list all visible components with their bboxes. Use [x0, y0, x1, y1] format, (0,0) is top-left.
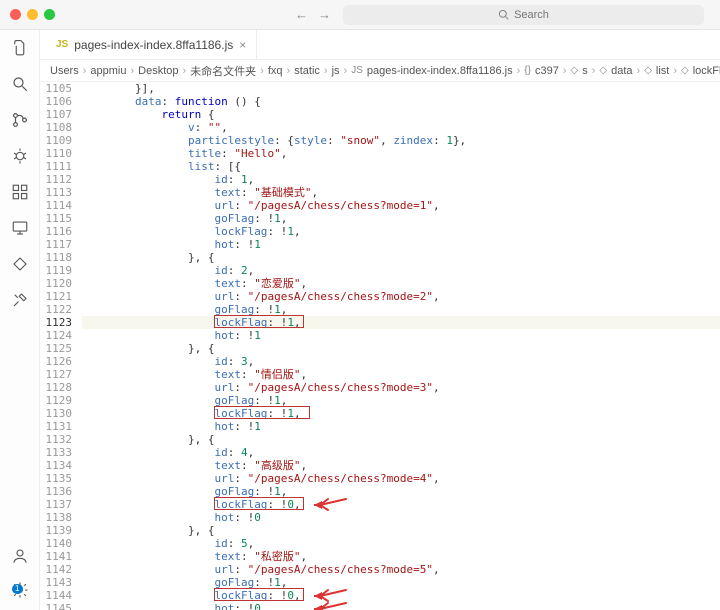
code-line[interactable]: }], — [82, 82, 720, 95]
remote-icon[interactable] — [10, 218, 30, 238]
breadcrumb[interactable]: Users› appmiu› Desktop› 未命名文件夹› fxq› sta… — [40, 60, 720, 82]
crumb[interactable]: 未命名文件夹 — [190, 63, 256, 79]
code-line[interactable]: hot: !0 — [82, 602, 720, 610]
code-line[interactable]: }, { — [82, 433, 720, 446]
code-line[interactable]: }, { — [82, 342, 720, 355]
code-line[interactable]: id: 1, — [82, 173, 720, 186]
code-line[interactable]: lockFlag: !1, — [82, 225, 720, 238]
tools-icon[interactable] — [10, 290, 30, 310]
crumb[interactable]: static — [294, 65, 320, 77]
symbol-icon: ◇ — [571, 65, 579, 76]
symbol-icon: {} — [524, 65, 531, 76]
symbol-icon: ◇ — [681, 65, 689, 76]
code-editor[interactable]: 1105110611071108110911101111111211131114… — [40, 82, 720, 610]
code-line[interactable]: }, { — [82, 524, 720, 537]
js-file-icon: JS — [56, 39, 68, 50]
crumb[interactable]: js — [332, 65, 340, 77]
code-line[interactable]: goFlag: !1, — [82, 303, 720, 316]
code-line[interactable]: data: function () { — [82, 95, 720, 108]
symbol-icon: ◇ — [599, 65, 607, 76]
code-line[interactable]: text: "恋爱版", — [82, 277, 720, 290]
source-control-icon[interactable] — [10, 110, 30, 130]
code-line[interactable]: particlestyle: {style: "snow", zindex: 1… — [82, 134, 720, 147]
close-window-button[interactable] — [10, 9, 21, 20]
titlebar: ← → Search — [0, 0, 720, 30]
crumb[interactable]: pages-index-index.8ffa1186.js — [367, 65, 513, 77]
code-line[interactable]: url: "/pagesA/chess/chess?mode=3", — [82, 381, 720, 394]
code-line[interactable]: return { — [82, 108, 720, 121]
code-line[interactable]: goFlag: !1, — [82, 485, 720, 498]
nav-back-button[interactable]: ← — [295, 7, 308, 22]
code-line[interactable]: goFlag: !1, — [82, 212, 720, 225]
settings-icon[interactable]: 1 — [10, 580, 30, 600]
azure-icon[interactable] — [10, 254, 30, 274]
tab-bar: JS pages-index-index.8ffa1186.js × — [40, 30, 720, 60]
debug-icon[interactable] — [10, 146, 30, 166]
explorer-icon[interactable] — [10, 38, 30, 58]
crumb[interactable]: lockFlag — [693, 65, 720, 77]
code-line[interactable]: lockFlag: !0, — [82, 498, 720, 511]
code-line[interactable]: lockFlag: !0, — [82, 589, 720, 602]
code-line[interactable]: url: "/pagesA/chess/chess?mode=2", — [82, 290, 720, 303]
code-line[interactable]: id: 2, — [82, 264, 720, 277]
code-line[interactable]: id: 3, — [82, 355, 720, 368]
crumb[interactable]: c397 — [535, 65, 559, 77]
settings-badge: 1 — [12, 584, 22, 594]
code-lines[interactable]: }], data: function () { return { v: "", … — [82, 82, 720, 610]
code-line[interactable]: title: "Hello", — [82, 147, 720, 160]
search-icon[interactable] — [10, 74, 30, 94]
extensions-icon[interactable] — [10, 182, 30, 202]
crumb[interactable]: Desktop — [138, 65, 178, 77]
search-icon — [498, 9, 509, 20]
js-file-icon: JS — [351, 65, 363, 76]
code-line[interactable]: goFlag: !1, — [82, 576, 720, 589]
code-line[interactable]: text: "情侣版", — [82, 368, 720, 381]
tab-file[interactable]: JS pages-index-index.8ffa1186.js × — [46, 30, 257, 59]
crumb[interactable]: appmiu — [90, 65, 126, 77]
code-line[interactable]: goFlag: !1, — [82, 394, 720, 407]
line-gutter: 1105110611071108110911101111111211131114… — [40, 82, 82, 610]
maximize-window-button[interactable] — [44, 9, 55, 20]
minimize-window-button[interactable] — [27, 9, 38, 20]
account-icon[interactable] — [10, 546, 30, 566]
code-line[interactable]: text: "高级版", — [82, 459, 720, 472]
code-line[interactable]: hot: !1 — [82, 329, 720, 342]
code-line[interactable]: text: "基础模式", — [82, 186, 720, 199]
crumb[interactable]: s — [582, 65, 588, 77]
nav-forward-button[interactable]: → — [318, 7, 331, 22]
crumb[interactable]: fxq — [268, 65, 283, 77]
code-line[interactable]: v: "", — [82, 121, 720, 134]
code-line[interactable]: id: 5, — [82, 537, 720, 550]
code-line[interactable]: url: "/pagesA/chess/chess?mode=4", — [82, 472, 720, 485]
activity-bar: 1 — [0, 30, 40, 610]
code-line[interactable]: lockFlag: !1, — [82, 316, 720, 329]
code-line[interactable]: url: "/pagesA/chess/chess?mode=5", — [82, 563, 720, 576]
tab-filename: pages-index-index.8ffa1186.js — [74, 38, 233, 52]
code-line[interactable]: hot: !1 — [82, 420, 720, 433]
code-line[interactable]: hot: !1 — [82, 238, 720, 251]
symbol-icon: ◇ — [644, 65, 652, 76]
code-line[interactable]: text: "私密版", — [82, 550, 720, 563]
code-line[interactable]: }, { — [82, 251, 720, 264]
crumb[interactable]: Users — [50, 65, 79, 77]
search-input[interactable]: Search — [343, 5, 704, 25]
crumb[interactable]: list — [656, 65, 669, 77]
crumb[interactable]: data — [611, 65, 632, 77]
code-line[interactable]: url: "/pagesA/chess/chess?mode=1", — [82, 199, 720, 212]
close-tab-button[interactable]: × — [239, 38, 246, 52]
traffic-lights — [10, 9, 55, 20]
code-line[interactable]: list: [{ — [82, 160, 720, 173]
code-line[interactable]: id: 4, — [82, 446, 720, 459]
search-placeholder: Search — [514, 9, 549, 21]
code-line[interactable]: hot: !0 — [82, 511, 720, 524]
code-line[interactable]: lockFlag: !1, — [82, 407, 720, 420]
